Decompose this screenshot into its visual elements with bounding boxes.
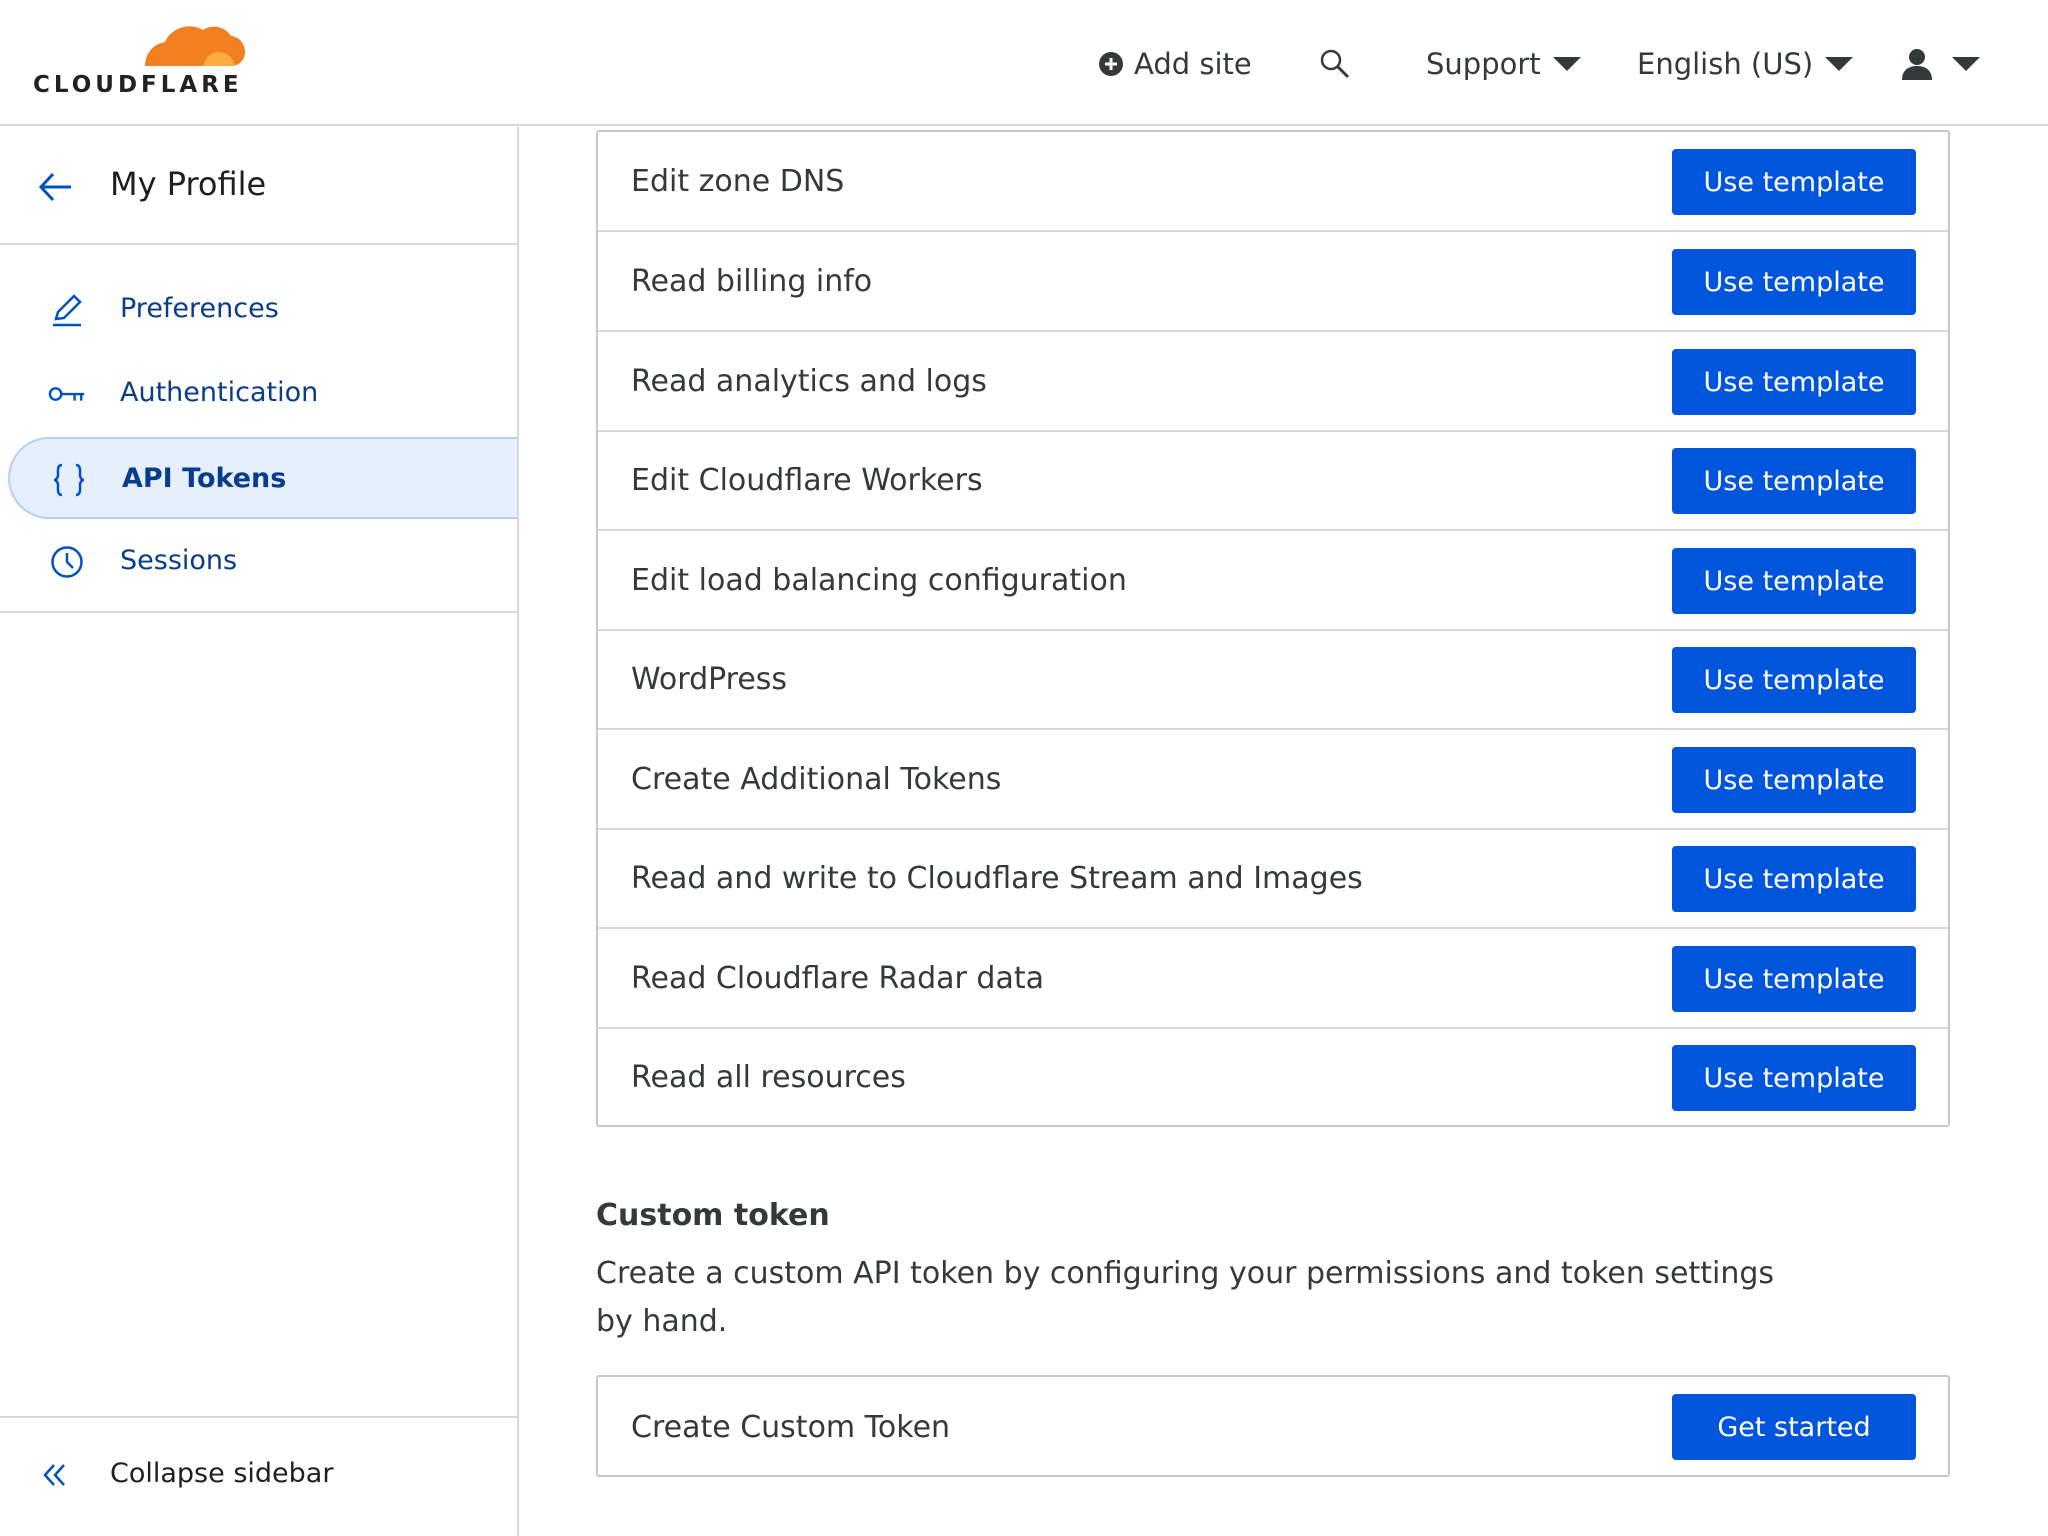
key-icon [48, 375, 86, 413]
collapse-sidebar-button[interactable]: Collapse sidebar [0, 1416, 517, 1536]
template-row: Edit zone DNS Use template [598, 132, 1948, 232]
double-chevron-left-icon [38, 1458, 72, 1496]
clock-icon [48, 543, 86, 581]
caret-down-icon [1825, 57, 1854, 71]
sidebar-item-api-tokens[interactable]: API Tokens [8, 437, 517, 519]
sidebar-item-label: Authentication [120, 377, 319, 408]
user-menu[interactable] [1900, 40, 1980, 88]
caret-down-icon [1952, 57, 1980, 71]
template-row: Read billing info Use template [598, 232, 1948, 332]
sidebar-item-label: API Tokens [122, 463, 287, 494]
use-template-button[interactable]: Use template [1672, 747, 1916, 813]
logo-wordmark: CLOUDFLARE [33, 72, 243, 98]
template-name: Create Additional Tokens [631, 762, 1002, 797]
plus-circle-icon [1099, 52, 1123, 76]
template-name: Edit Cloudflare Workers [631, 463, 983, 498]
template-name: Read Cloudflare Radar data [631, 961, 1044, 996]
template-row: Edit Cloudflare Workers Use template [598, 431, 1948, 531]
sidebar-item-authentication[interactable]: Authentication [8, 353, 517, 435]
template-row: Create Additional Tokens Use template [598, 730, 1948, 830]
template-row: Edit load balancing configuration Use te… [598, 531, 1948, 631]
user-icon [1902, 49, 1932, 80]
template-name: Edit zone DNS [631, 164, 845, 199]
search-button[interactable] [1318, 40, 1352, 88]
use-template-button[interactable]: Use template [1672, 448, 1916, 514]
sidebar-item-label: Sessions [120, 545, 238, 576]
template-name: Read analytics and logs [631, 364, 987, 399]
pencil-icon [48, 291, 86, 329]
page-title: My Profile [110, 165, 267, 203]
use-template-button[interactable]: Use template [1672, 249, 1916, 315]
custom-token-description: Create a custom API token by configuring… [596, 1256, 1775, 1339]
template-name: WordPress [631, 662, 788, 697]
use-template-button[interactable]: Use template [1672, 548, 1916, 614]
arrow-left-icon [38, 172, 71, 202]
template-row: Read Cloudflare Radar data Use template [598, 929, 1948, 1029]
use-template-button[interactable]: Use template [1672, 846, 1916, 912]
template-name: Read all resources [631, 1060, 906, 1095]
custom-token-row: Create Custom Token Get started [596, 1375, 1950, 1477]
braces-icon [50, 461, 88, 499]
sidebar-item-preferences[interactable]: Preferences [8, 269, 517, 351]
sidebar: My Profile Preferences Authentication AP… [0, 127, 519, 1536]
template-row: Read analytics and logs Use template [598, 332, 1948, 432]
use-template-button[interactable]: Use template [1672, 1045, 1916, 1111]
profile-header: My Profile [0, 127, 517, 245]
use-template-button[interactable]: Use template [1672, 647, 1916, 713]
template-row: Read all resources Use template [598, 1028, 1948, 1125]
back-button[interactable] [38, 171, 74, 207]
language-label: English (US) [1637, 47, 1814, 81]
use-template-button[interactable]: Use template [1672, 149, 1916, 215]
custom-token-name: Create Custom Token [631, 1410, 951, 1445]
sidebar-item-sessions[interactable]: Sessions [8, 521, 517, 603]
search-icon [1320, 49, 1350, 79]
caret-down-icon [1552, 57, 1581, 71]
use-template-button[interactable]: Use template [1672, 349, 1916, 415]
language-dropdown[interactable]: English (US) [1637, 40, 1854, 88]
get-started-button[interactable]: Get started [1672, 1394, 1916, 1460]
template-name: Read and write to Cloudflare Stream and … [631, 861, 1363, 896]
support-label: Support [1426, 47, 1541, 81]
api-token-templates-table: Edit zone DNS Use template Read billing … [596, 130, 1950, 1127]
add-site-label: Add site [1134, 47, 1252, 81]
collapse-sidebar-label: Collapse sidebar [110, 1458, 334, 1489]
use-template-button[interactable]: Use template [1672, 946, 1916, 1012]
template-name: Edit load balancing configuration [631, 563, 1127, 598]
support-dropdown[interactable]: Support [1426, 40, 1581, 88]
sidebar-nav: Preferences Authentication API Tokens Se… [0, 247, 517, 613]
top-header: CLOUDFLARE Add site Support English (US) [0, 0, 2048, 126]
template-row: WordPress Use template [598, 630, 1948, 730]
template-name: Read billing info [631, 264, 873, 299]
sidebar-item-label: Preferences [120, 293, 279, 324]
template-row: Read and write to Cloudflare Stream and … [598, 829, 1948, 929]
add-site-button[interactable]: Add site [1098, 40, 1252, 88]
custom-token-heading: Custom token [596, 1198, 830, 1233]
